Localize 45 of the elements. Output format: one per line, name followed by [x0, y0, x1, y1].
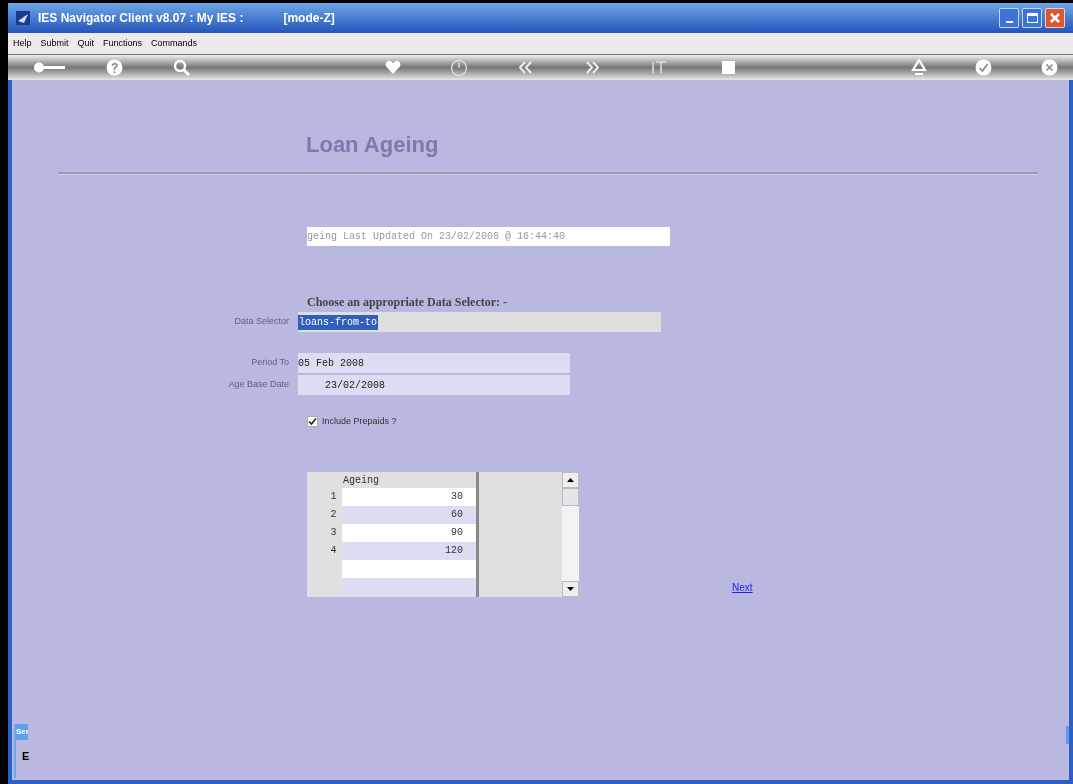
- row-number: 4: [329, 544, 338, 558]
- side-tab-glyph: E: [22, 751, 28, 762]
- status-field: geing Last Updated On 23/02/2008 @ 16:44:40: [307, 227, 670, 246]
- checkbox[interactable]: [307, 416, 318, 428]
- input-field[interactable]: 05 Feb 2008: [298, 353, 570, 373]
- row-number: 3: [329, 526, 338, 540]
- search-icon[interactable]: [173, 59, 191, 77]
- maximize-button[interactable]: [1022, 8, 1042, 28]
- checkbox-label: Include Prepaids ?: [322, 415, 397, 428]
- field-label: Age Base Date: [227, 378, 290, 392]
- up-arrow-icon: [567, 477, 574, 482]
- menu-item[interactable]: Help: [13, 36, 32, 51]
- heart-icon[interactable]: [385, 60, 401, 75]
- column-header: Ageing: [343, 473, 379, 488]
- app-icon: [16, 11, 30, 25]
- rewind-icon[interactable]: [518, 61, 532, 74]
- input-field[interactable]: 23/02/2008: [298, 375, 570, 395]
- clock-icon[interactable]: [450, 59, 468, 77]
- scroll-down-button[interactable]: [562, 580, 579, 597]
- row-number: 1: [329, 490, 338, 504]
- close-button[interactable]: [1045, 8, 1065, 28]
- selector-field[interactable]: loans-from-to: [298, 312, 661, 332]
- window-mode: [mode-Z]: [283, 10, 335, 27]
- field-label: Data Selector: [233, 315, 290, 329]
- down-arrow-icon: [567, 586, 574, 591]
- menu-item[interactable]: Commands: [151, 36, 198, 51]
- field-label: Period To: [250, 356, 290, 370]
- check-icon[interactable]: [975, 59, 992, 76]
- cancel-icon[interactable]: [1041, 59, 1058, 76]
- table-cell[interactable]: 30: [342, 487, 476, 506]
- row-number: 2: [329, 508, 338, 522]
- close-icon: [1049, 12, 1061, 24]
- minimize-button[interactable]: [999, 8, 1019, 28]
- menu-item[interactable]: Functions: [103, 36, 143, 51]
- page-title: Loan Ageing: [306, 131, 440, 158]
- scrollbar[interactable]: [562, 471, 579, 597]
- prompt-text: Choose an appropriate Data Selector: -: [307, 294, 509, 310]
- menu-item[interactable]: Quit: [77, 36, 95, 51]
- text-cursor-icon[interactable]: [651, 60, 667, 75]
- next-link[interactable]: Next: [732, 579, 753, 595]
- window-title: IES Navigator Client v8.07 : My IES :: [38, 10, 244, 27]
- menu-item[interactable]: Submit: [40, 36, 69, 51]
- scroll-up-button[interactable]: [562, 471, 579, 488]
- fast-forward-icon[interactable]: [586, 61, 600, 74]
- help-icon[interactable]: [106, 59, 123, 76]
